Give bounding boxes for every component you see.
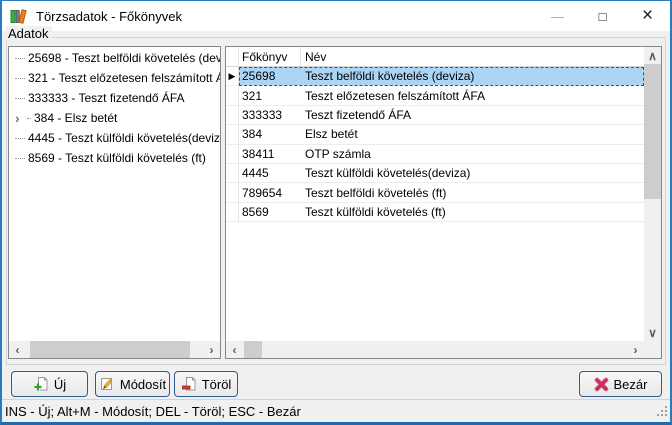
cell-nev: Teszt belföldi követelés (deviza) bbox=[301, 69, 644, 83]
new-page-plus-icon bbox=[33, 376, 49, 392]
delete-button[interactable]: Töröl bbox=[174, 371, 238, 397]
scrollbar-thumb[interactable] bbox=[244, 341, 262, 358]
cell-fokonyv: 384 bbox=[239, 127, 301, 141]
cell-nev: Teszt külföldi követelés (ft) bbox=[301, 205, 644, 219]
scrollbar-thumb[interactable] bbox=[30, 341, 190, 358]
cell-fokonyv: 789654 bbox=[239, 186, 301, 200]
row-selector-cell bbox=[226, 125, 239, 144]
scrollbar-corner bbox=[644, 341, 661, 358]
scroll-down-icon[interactable]: ∨ bbox=[644, 324, 661, 341]
cell-fokonyv: 4445 bbox=[239, 166, 301, 180]
cell-nev: Teszt külföldi követelés(deviza) bbox=[301, 166, 644, 180]
tree-item[interactable]: 4445 - Teszt külföldi követelés(deviza) bbox=[9, 128, 220, 148]
cell-nev: Teszt fizetendő ÁFA bbox=[301, 108, 644, 122]
window-title: Törzsadatok - Főkönyvek bbox=[36, 9, 182, 24]
row-selector-cell bbox=[226, 86, 239, 105]
column-header-nev[interactable]: Név bbox=[301, 47, 644, 66]
cell-nev: Teszt előzetesen felszámított ÁFA bbox=[301, 89, 644, 103]
statusbar: INS - Új; Alt+M - Módosít; DEL - Töröl; … bbox=[2, 399, 670, 422]
tree-connector bbox=[27, 118, 31, 119]
tree-item[interactable]: 8569 - Teszt külföldi követelés (ft) bbox=[9, 148, 220, 168]
ledger-grid: Főkönyv Név ▶ 25698 Teszt belföldi követ… bbox=[225, 46, 662, 359]
tree-item-expandable[interactable]: › 384 - Elsz betét bbox=[9, 108, 220, 128]
cell-fokonyv: 321 bbox=[239, 89, 301, 103]
scrollbar-thumb[interactable] bbox=[644, 64, 661, 199]
row-selector-cell bbox=[226, 164, 239, 183]
modify-pencil-icon bbox=[99, 376, 115, 392]
table-row[interactable]: 333333 Teszt fizetendő ÁFA bbox=[226, 106, 644, 125]
table-row[interactable]: 321 Teszt előzetesen felszámított ÁFA bbox=[226, 86, 644, 105]
caption-buttons: — □ × bbox=[535, 1, 670, 31]
cell-nev: Teszt belföldi követelés (ft) bbox=[301, 186, 644, 200]
tree-item[interactable]: 25698 - Teszt belföldi követelés (deviza… bbox=[9, 48, 220, 68]
tree-items: 25698 - Teszt belföldi követelés (deviza… bbox=[9, 48, 220, 340]
close-button-label: Bezár bbox=[614, 377, 648, 392]
table-row[interactable]: 789654 Teszt belföldi követelés (ft) bbox=[226, 183, 644, 202]
table-row[interactable]: 38411 OTP számla bbox=[226, 145, 644, 164]
grid-header: Főkönyv Név bbox=[226, 47, 644, 67]
close-x-icon bbox=[594, 377, 609, 392]
tree-connector bbox=[15, 158, 25, 159]
row-selector-cell bbox=[226, 145, 239, 164]
titlebar: Törzsadatok - Főkönyvek — □ × bbox=[2, 1, 670, 31]
close-button[interactable]: × bbox=[625, 1, 670, 31]
scroll-left-icon[interactable]: ‹ bbox=[226, 341, 243, 358]
table-row-selected[interactable]: ▶ 25698 Teszt belföldi követelés (deviza… bbox=[226, 67, 644, 86]
scroll-up-icon[interactable]: ∧ bbox=[644, 47, 661, 64]
selected-row-marker-icon: ▶ bbox=[229, 72, 236, 81]
resize-grip[interactable] bbox=[656, 405, 668, 420]
ledger-tree-panel: 25698 - Teszt belföldi követelés (deviza… bbox=[8, 46, 221, 359]
expand-chevron-icon[interactable]: › bbox=[15, 111, 26, 125]
row-selector-cell bbox=[226, 183, 239, 202]
table-row[interactable]: 384 Elsz betét bbox=[226, 125, 644, 144]
modify-button-label: Módosít bbox=[120, 377, 166, 392]
tree-connector bbox=[15, 98, 25, 99]
tree-connector bbox=[15, 78, 25, 79]
scroll-left-icon[interactable]: ‹ bbox=[9, 341, 26, 358]
new-button-label: Új bbox=[54, 377, 66, 392]
app-icon bbox=[10, 8, 28, 25]
scroll-right-icon[interactable]: › bbox=[627, 341, 644, 358]
dialog-window: Törzsadatok - Főkönyvek — □ × Adatok 256… bbox=[0, 0, 672, 425]
row-selector-cell bbox=[226, 203, 239, 222]
delete-button-label: Töröl bbox=[202, 377, 232, 392]
statusbar-shortcut-hints: INS - Új; Alt+M - Módosít; DEL - Töröl; … bbox=[5, 404, 301, 419]
close-dialog-button[interactable]: Bezár bbox=[579, 371, 662, 397]
cell-fokonyv: 333333 bbox=[239, 108, 301, 122]
minimize-button[interactable]: — bbox=[535, 1, 580, 31]
cell-fokonyv: 8569 bbox=[239, 205, 301, 219]
modify-button[interactable]: Módosít bbox=[95, 371, 170, 397]
tree-item[interactable]: 321 - Teszt előzetesen felszámított ÁFA bbox=[9, 68, 220, 88]
table-row[interactable]: 4445 Teszt külföldi követelés(deviza) bbox=[226, 164, 644, 183]
scroll-right-icon[interactable]: › bbox=[203, 341, 220, 358]
tree-item[interactable]: 333333 - Teszt fizetendő ÁFA bbox=[9, 88, 220, 108]
groupbox-label: Adatok bbox=[6, 26, 52, 41]
cell-nev: Elsz betét bbox=[301, 127, 644, 141]
maximize-button[interactable]: □ bbox=[580, 1, 625, 31]
row-selector-cell bbox=[226, 106, 239, 125]
tree-horizontal-scrollbar[interactable]: ‹ › bbox=[9, 341, 220, 358]
scrollbar-track[interactable] bbox=[243, 341, 627, 358]
column-header-fokonyv[interactable]: Főkönyv bbox=[239, 47, 301, 66]
grid-horizontal-scrollbar[interactable]: ‹ › bbox=[226, 341, 644, 358]
cell-nev: OTP számla bbox=[301, 147, 644, 161]
scrollbar-track[interactable] bbox=[26, 341, 203, 358]
cell-fokonyv: 38411 bbox=[239, 147, 301, 161]
row-selector-cell: ▶ bbox=[226, 67, 239, 86]
tree-connector bbox=[15, 138, 25, 139]
tree-connector bbox=[15, 58, 25, 59]
grid-rows: ▶ 25698 Teszt belföldi követelés (deviza… bbox=[226, 67, 644, 222]
new-button[interactable]: Új bbox=[11, 371, 88, 397]
cell-fokonyv: 25698 bbox=[239, 69, 301, 83]
header-selector-cell bbox=[226, 47, 239, 66]
grid-vertical-scrollbar[interactable]: ∧ ∨ bbox=[644, 47, 661, 341]
table-row[interactable]: 8569 Teszt külföldi követelés (ft) bbox=[226, 203, 644, 222]
delete-page-minus-icon bbox=[181, 376, 197, 392]
